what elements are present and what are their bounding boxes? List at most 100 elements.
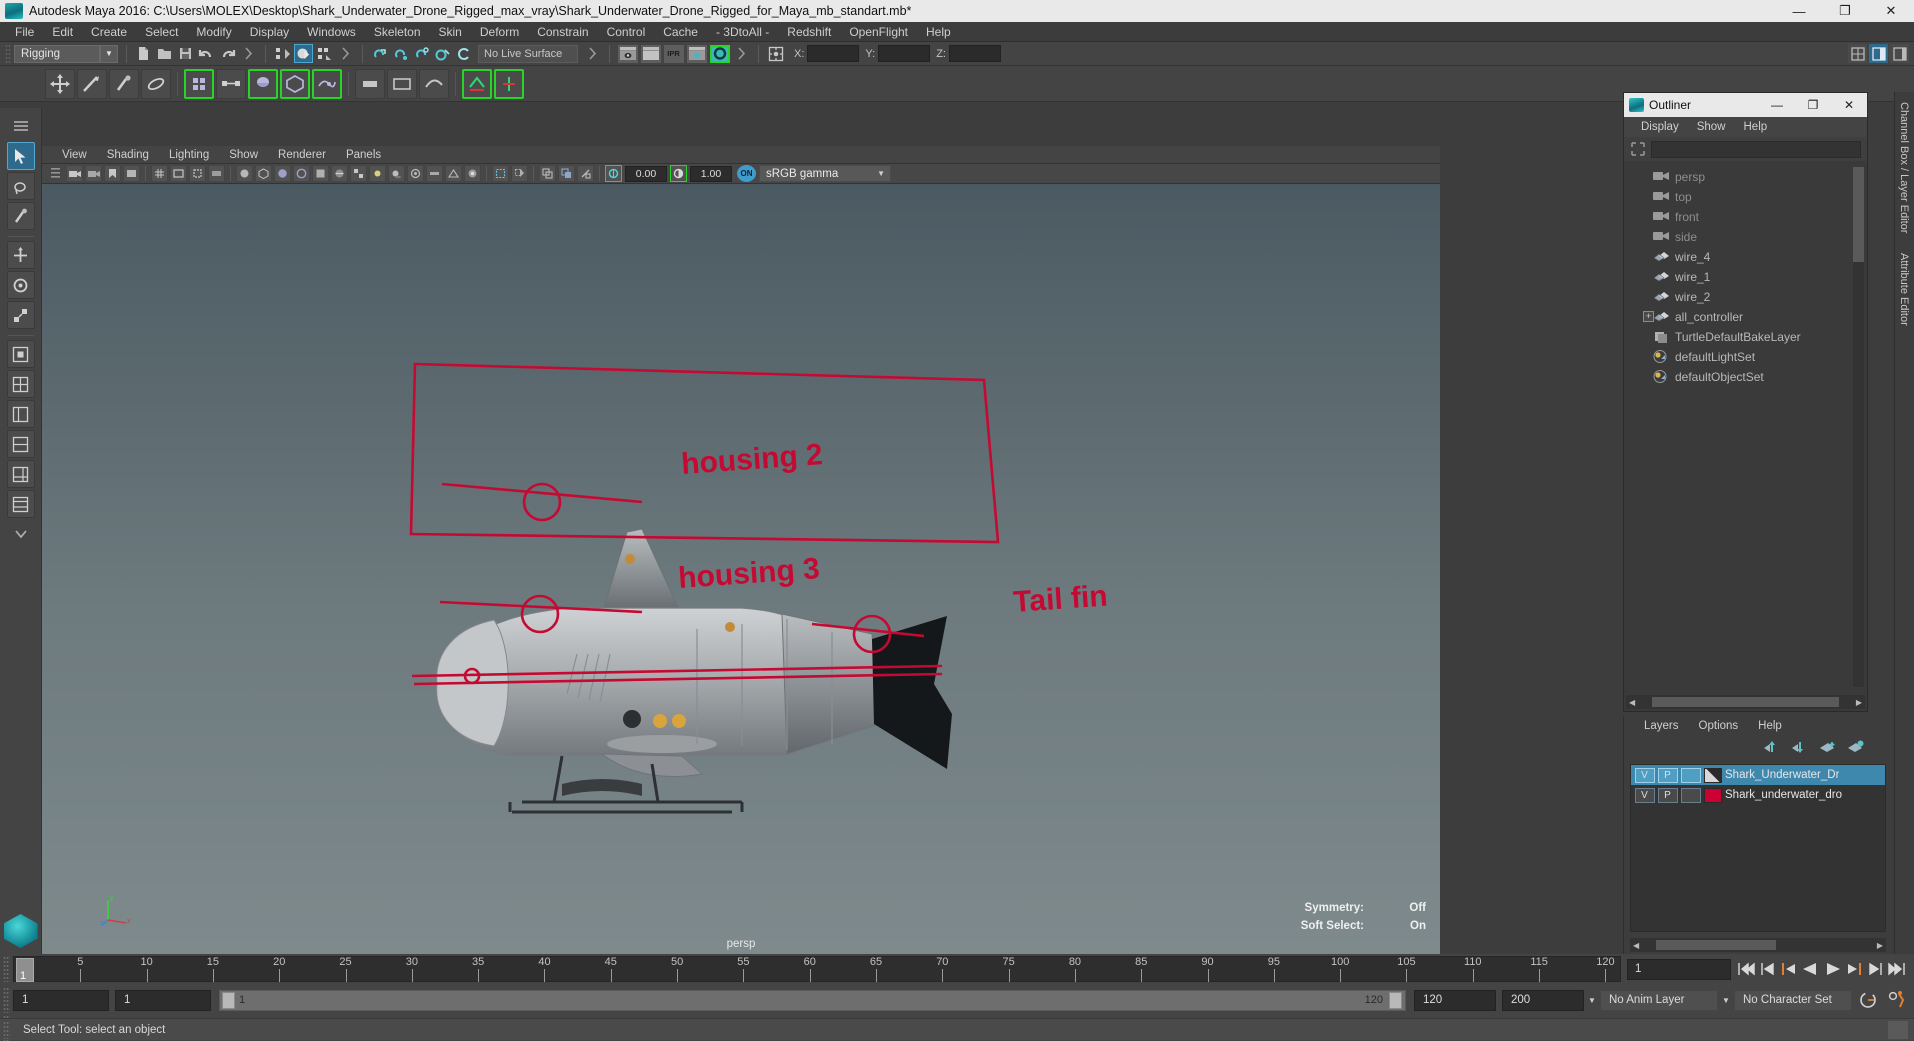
play-forwards-icon[interactable] [1824, 961, 1842, 977]
snap-to-grid-button[interactable] [370, 44, 389, 63]
new-layer-icon[interactable] [1820, 740, 1836, 754]
step-forward-key-icon[interactable] [1868, 961, 1883, 977]
outliner-item[interactable]: persp [1625, 167, 1866, 187]
ik-handle-shelf-button[interactable] [216, 68, 246, 99]
go-to-start-icon[interactable] [1737, 961, 1755, 977]
step-back-frame-icon[interactable] [1780, 961, 1796, 977]
film-gate-button[interactable] [170, 165, 187, 182]
layer-color-swatch[interactable] [1704, 767, 1722, 783]
xray-mode-button[interactable] [539, 165, 556, 182]
quick-layout-four-view-button[interactable] [6, 370, 35, 398]
smooth-shade-selected-button[interactable] [293, 165, 310, 182]
scroll-left-icon[interactable]: ◀ [1626, 698, 1638, 707]
outliner-menu-display[interactable]: Display [1632, 117, 1688, 137]
use-all-lights-button[interactable] [369, 165, 386, 182]
snap-to-view-plane-button[interactable] [454, 44, 473, 63]
gamma-field[interactable]: 1.00 [690, 165, 732, 182]
chevron-down-icon[interactable]: ▼ [1584, 996, 1600, 1005]
play-backwards-icon[interactable] [1801, 961, 1819, 977]
menu-item-redshift[interactable]: Redshift [778, 22, 840, 42]
quick-layout-persp-button[interactable] [6, 340, 35, 368]
paint-weights-shelf-button[interactable] [109, 68, 139, 99]
menu-item-3dtoall[interactable]: - 3DtoAll - [707, 22, 778, 42]
detach-skin-shelf-button[interactable] [280, 68, 310, 99]
status-bar-gripper[interactable] [3, 1020, 10, 1039]
viewport-menu-lighting[interactable]: Lighting [159, 146, 219, 164]
z-axis-input[interactable] [948, 45, 1001, 62]
collapse-arrow-icon[interactable] [239, 44, 258, 63]
x-axis-input[interactable] [807, 45, 860, 62]
skin-weights-shelf-button[interactable] [312, 68, 342, 99]
outliner-horizontal-scrollbar[interactable]: ◀ ▶ [1626, 695, 1865, 709]
isolate-select-add-button[interactable] [511, 165, 528, 182]
chevron-down-icon[interactable]: ▼ [877, 169, 885, 178]
select-by-hierarchy-button[interactable] [273, 44, 292, 63]
select-tool-button[interactable] [6, 142, 35, 170]
bookmark-button[interactable] [104, 165, 121, 182]
window-close-button[interactable]: ✕ [1868, 0, 1914, 22]
scroll-left-icon[interactable]: ◀ [1630, 941, 1642, 950]
quick-layout-persp-graph-button[interactable] [6, 460, 35, 488]
gate-mask-button[interactable] [208, 165, 225, 182]
undo-button[interactable] [197, 44, 216, 63]
redo-button[interactable] [218, 44, 237, 63]
hypershade-button[interactable] [709, 44, 730, 63]
shaded-wireframe-button[interactable] [331, 165, 348, 182]
motion-blur-button[interactable] [426, 165, 443, 182]
toolbar-gripper[interactable] [5, 43, 11, 64]
menu-item-select[interactable]: Select [136, 22, 187, 42]
range-bar[interactable]: 1 120 [219, 989, 1406, 1011]
viewport-menu-view[interactable]: View [52, 146, 97, 164]
scroll-right-icon[interactable]: ▶ [1874, 941, 1886, 950]
menu-item-openflight[interactable]: OpenFlight [840, 22, 917, 42]
exposure-reset-button[interactable] [577, 165, 594, 182]
collapse-arrow-icon[interactable] [732, 44, 751, 63]
outliner-item[interactable]: wire_2 [1625, 287, 1866, 307]
animation-preferences-icon[interactable] [1886, 990, 1908, 1010]
outliner-search-input[interactable] [1651, 140, 1861, 158]
absolute-relative-transform-button[interactable] [766, 44, 785, 63]
window-minimize-button[interactable]: — [1776, 0, 1822, 22]
menu-item-edit[interactable]: Edit [43, 22, 82, 42]
outliner-item[interactable]: + all_controller [1625, 307, 1866, 327]
range-slider-gripper[interactable] [3, 987, 10, 1013]
tab-channel-box-layer-editor[interactable]: Channel Box / Layer Editor [1895, 92, 1913, 243]
shadows-button[interactable] [388, 165, 405, 182]
grid-toggle-button[interactable] [151, 165, 168, 182]
select-by-component-type-button[interactable] [315, 44, 334, 63]
anim-layer-select[interactable]: No Anim Layer [1600, 989, 1718, 1011]
show-hide-modeling-toolkit-button[interactable] [1848, 44, 1867, 63]
camera-attributes-button[interactable] [85, 165, 102, 182]
layer-playback-toggle[interactable]: P [1657, 787, 1678, 803]
layer-state-toggle[interactable] [1680, 787, 1701, 803]
wireframe-shading-button[interactable] [255, 165, 272, 182]
show-hide-channel-box-button[interactable] [1890, 44, 1909, 63]
render-current-frame-button[interactable] [617, 44, 638, 63]
window-maximize-button[interactable]: ❐ [1822, 0, 1868, 22]
two-sided-lighting-button[interactable] [236, 165, 253, 182]
layer-playback-toggle[interactable]: P [1657, 767, 1678, 783]
redo-previous-render-button[interactable] [640, 44, 661, 63]
open-scene-button[interactable] [155, 44, 174, 63]
exposure-icon[interactable] [605, 165, 622, 182]
layer-list[interactable]: V P Shark_Underwater_Dr V P Shark_underwater_… [1630, 764, 1886, 932]
outliner-item[interactable]: front [1625, 207, 1866, 227]
joint-tool-shelf-button[interactable] [184, 68, 214, 99]
live-surface-field[interactable]: No Live Surface [478, 44, 578, 63]
menu-item-cache[interactable]: Cache [654, 22, 707, 42]
snap-to-point-button[interactable] [412, 44, 431, 63]
time-slider-gripper[interactable] [3, 956, 10, 982]
edit-deformer-shelf-button[interactable] [494, 68, 524, 99]
character-set-select[interactable]: No Character Set [1734, 989, 1852, 1011]
smooth-skin-shelf-button[interactable] [141, 68, 171, 99]
viewport-menu-shading[interactable]: Shading [97, 146, 159, 164]
menu-set-selector[interactable]: Rigging ▼ [14, 44, 118, 63]
new-scene-button[interactable] [134, 44, 153, 63]
outliner-item[interactable]: wire_1 [1625, 267, 1866, 287]
menu-item-windows[interactable]: Windows [298, 22, 365, 42]
outliner-tree[interactable]: persp top front side wire_4 wire_1 wire_2 + all_… [1625, 163, 1866, 691]
xray-joints-button[interactable] [558, 165, 575, 182]
menu-item-control[interactable]: Control [598, 22, 655, 42]
ipr-render-button[interactable]: IPR [663, 44, 684, 63]
outliner-item[interactable]: TurtleDefaultBakeLayer [1625, 327, 1866, 347]
